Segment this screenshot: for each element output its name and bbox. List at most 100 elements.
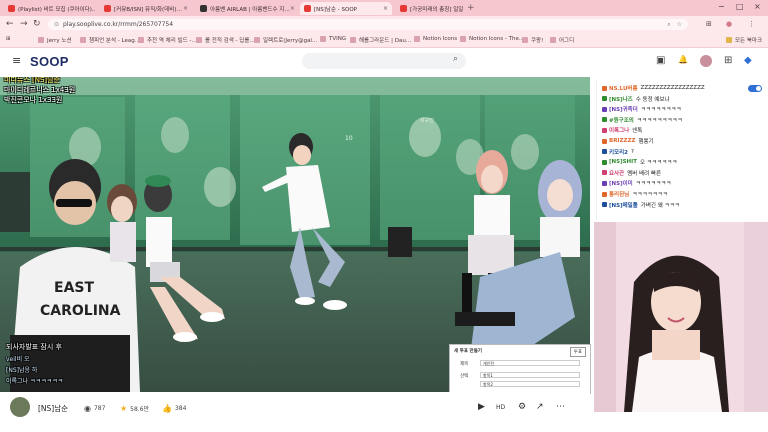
- bookmark-favicon-icon: [320, 36, 326, 42]
- webcam-scene: [594, 222, 768, 412]
- settings-icon[interactable]: ⚙: [518, 402, 526, 412]
- all-bookmarks-folder[interactable]: 모든 북마크: [726, 36, 762, 44]
- bookmark-label: TVING: [329, 36, 347, 42]
- chat-message: [NS]메밀톨 가벼긴 왜 ㅋㅋㅋ: [602, 201, 680, 209]
- chat-text: 멤버 배려 빠른: [627, 170, 662, 177]
- bookmark-star-icon[interactable]: ☆: [677, 21, 682, 28]
- play-icon[interactable]: ▶: [478, 402, 485, 412]
- close-tab-icon[interactable]: ×: [290, 5, 295, 12]
- vote-option-field[interactable]: 항목2: [480, 381, 580, 387]
- user-avatar[interactable]: [700, 55, 712, 67]
- chat-username[interactable]: #원구조의: [609, 116, 634, 124]
- bookmark-favicon-icon: [522, 37, 528, 43]
- shop-icon[interactable]: ◆: [744, 55, 752, 66]
- streamer-name[interactable]: [NS]남순: [38, 403, 68, 414]
- likes-count[interactable]: ★ 58.6만: [120, 404, 149, 413]
- browser-menu-icon[interactable]: ⋮: [748, 20, 755, 28]
- profile-icon[interactable]: ●: [726, 20, 732, 28]
- bookmark-item[interactable]: 쿠팡!: [522, 36, 543, 44]
- bookmark-item[interactable]: 챔피언 분석 - Leag…: [80, 36, 140, 44]
- chat-message: [NS]나즈 수 동정 예보냐: [602, 95, 670, 103]
- donation-ticker-line: 마이디레르니스 1x43원: [4, 86, 76, 94]
- chat-text: ㅋㅋㅋㅋㅋㅋㅋㅋㅋ: [636, 117, 683, 124]
- bookmark-favicon-icon: [550, 37, 556, 43]
- hd-quality-icon[interactable]: HD: [496, 404, 505, 411]
- close-tab-icon[interactable]: ×: [383, 5, 388, 12]
- close-window-button[interactable]: ×: [754, 2, 761, 11]
- url-input[interactable]: ⊙ play.sooplive.co.kr/rrmm/265707754 ⌕ ☆: [48, 19, 688, 30]
- chat-username[interactable]: [NS]메밀톨: [609, 201, 638, 209]
- streamer-avatar[interactable]: [10, 397, 30, 417]
- broadcast-icon[interactable]: ▣: [656, 55, 665, 66]
- browser-tab-active[interactable]: [NS]남순 - SOOP ×: [300, 2, 392, 15]
- chat-username[interactable]: [NS]이미: [609, 179, 633, 187]
- tab-label: [NS]남순 - SOOP: [314, 6, 357, 13]
- svg-text:EAST: EAST: [54, 280, 94, 296]
- grid-menu-icon[interactable]: ⊞: [724, 55, 732, 66]
- chat-username[interactable]: 요사끈: [609, 169, 624, 177]
- bookmark-label: 롤 전적 검색 - 딥롤…: [205, 38, 255, 44]
- vote-option-field[interactable]: 항목1: [480, 372, 580, 378]
- close-tab-icon[interactable]: ×: [183, 5, 188, 12]
- vote-button[interactable]: 투표: [569, 347, 586, 357]
- viewers-icon: ◉: [84, 404, 91, 413]
- backdrop-sign-text: 10: [345, 135, 353, 142]
- share-icon[interactable]: ↗: [536, 402, 544, 412]
- minimize-button[interactable]: −: [718, 2, 725, 11]
- chat-toggle[interactable]: [748, 85, 762, 92]
- browser-tab[interactable]: (Playlist) 비트 모집 (쿠아이다)… ×: [4, 2, 96, 15]
- browser-tab[interactable]: [가공미래의 총칭] 일일 (일요…: [396, 2, 464, 15]
- forward-button[interactable]: →: [20, 19, 28, 29]
- bookmark-label: Notion Icons: [423, 36, 458, 42]
- search-icon[interactable]: ⌕: [453, 54, 458, 64]
- url-text: play.sooplive.co.kr/rrmm/265707754: [63, 21, 174, 28]
- bookmark-label: 추천 역 체리 빌드 -…: [147, 38, 197, 44]
- chat-username[interactable]: 통리된님: [609, 190, 629, 198]
- upvote-count[interactable]: 👍 384: [162, 404, 186, 413]
- webcam-overlay: [594, 222, 768, 412]
- bookmark-item[interactable]: TVING: [320, 36, 346, 42]
- viewer-count-value: 787: [93, 405, 106, 412]
- chat-username[interactable]: [NS]SHIT: [609, 159, 637, 165]
- star-icon: ★: [120, 404, 128, 413]
- reload-button[interactable]: ↻: [33, 19, 41, 29]
- bookmark-item[interactable]: 일렉트로(Jerry@gal…: [254, 36, 317, 44]
- apps-icon[interactable]: ⊞: [6, 36, 11, 42]
- bookmark-item[interactable]: 해롤그라운드 | Dau…: [350, 36, 411, 44]
- soop-logo[interactable]: SOOP: [30, 54, 69, 69]
- vote-title-field[interactable]: 개인전: [480, 360, 580, 366]
- extensions-icon[interactable]: ⊞: [706, 20, 712, 28]
- more-icon[interactable]: ⋯: [556, 402, 565, 412]
- chat-username[interactable]: BRIZZZZ: [609, 138, 635, 144]
- maximize-button[interactable]: □: [736, 2, 744, 11]
- zoom-icon[interactable]: ⌕: [667, 21, 670, 29]
- menu-icon[interactable]: ≡: [12, 54, 21, 67]
- bookmark-favicon-icon: [138, 37, 144, 43]
- search-input[interactable]: ⌕: [302, 53, 466, 69]
- chat-message: #원구조의 ㅋㅋㅋㅋㅋㅋㅋㅋㅋ: [602, 116, 682, 124]
- bookmark-label: Notion Icons - The…: [469, 36, 525, 42]
- chat-username[interactable]: 이록그나: [609, 126, 629, 134]
- chat-username[interactable]: [NS]나즈: [609, 95, 633, 103]
- bookmark-favicon-icon: [350, 37, 356, 43]
- back-button[interactable]: ←: [6, 19, 14, 29]
- bookmark-item[interactable]: 롤 전적 검색 - 딥롤…: [196, 36, 255, 44]
- chat-username[interactable]: 키모리2: [609, 148, 628, 156]
- field-label: 제목: [460, 362, 469, 367]
- browser-tab[interactable]: [커뮤B/ISN] 뮤직/화(데비)… ×: [100, 2, 192, 15]
- new-tab-button[interactable]: +: [467, 3, 475, 13]
- bookmark-item[interactable]: Notion Icons - The…: [460, 36, 524, 42]
- chat-message: 통리된님 ㅋㅋㅋㅋㅋㅋㅋ: [602, 190, 668, 198]
- browser-tab[interactable]: 아름밴 AIRLAB | 아름밴드수 지… ×: [196, 2, 296, 15]
- tab-label: [가공미래의 총칭] 일일 (일요…: [410, 6, 464, 13]
- bookmark-item[interactable]: 추천 역 체리 빌드 -…: [138, 36, 197, 44]
- chat-text: ㅋㅋㅋㅋㅋㅋㅋ: [635, 181, 672, 188]
- bookmark-item[interactable]: 어그디: [550, 36, 574, 44]
- chat-username[interactable]: NS.LU버름: [609, 84, 638, 92]
- bookmark-item[interactable]: Jerry 노션: [38, 36, 72, 44]
- bookmark-item[interactable]: Notion Icons: [414, 36, 457, 42]
- notification-bell-icon[interactable]: 🔔: [678, 55, 688, 64]
- site-info-icon[interactable]: ⊙: [54, 21, 59, 28]
- browser-tab-bar: (Playlist) 비트 모집 (쿠아이다)… × [커뮤B/ISN] 뮤직/…: [0, 0, 768, 16]
- chat-username[interactable]: [NS]귀족더: [609, 105, 638, 113]
